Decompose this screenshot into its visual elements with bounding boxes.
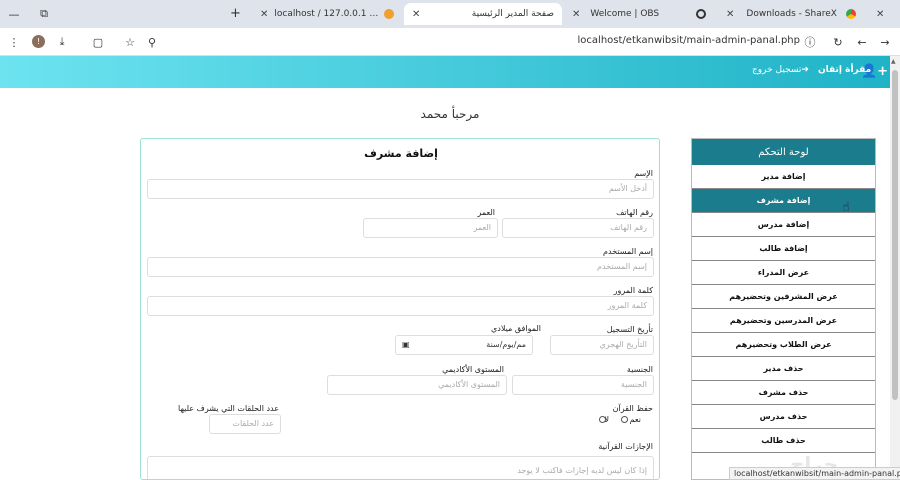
new-tab-icon[interactable]: + <box>230 6 241 21</box>
ijazat-label: الإجازات القرآنية <box>598 442 653 451</box>
menu-dots-icon[interactable]: ⋮ <box>6 34 22 50</box>
form-title: إضافة مشرف <box>364 147 438 160</box>
site-logo[interactable]: مقرأة إتقان <box>818 65 871 75</box>
nationality-input[interactable]: الجنسية <box>512 375 654 395</box>
quran-yes-label: نعم <box>629 415 641 424</box>
window-minimize-icon[interactable]: — <box>6 6 22 22</box>
sidebar-item-add-admin[interactable]: إضافة مدير <box>692 165 875 189</box>
close-icon[interactable]: ✕ <box>876 9 884 20</box>
logout-icon: ➜ <box>801 65 809 75</box>
circles-input[interactable]: عدد الحلقات <box>209 414 281 434</box>
username-input[interactable]: إسم المستخدم <box>147 257 654 277</box>
window-restore-icon[interactable]: ⧉ <box>36 6 52 22</box>
control-panel-sidebar: لوحة التحكم إضافة مدير إضافة مشرف إضافة … <box>691 138 876 480</box>
download-icon[interactable]: ⤓ <box>54 34 70 50</box>
tab-close-far-left[interactable]: ✕ <box>868 3 894 25</box>
tab-sharex[interactable]: ✕ Downloads - ShareX <box>718 3 864 25</box>
username-label: إسم المستخدم <box>603 247 653 256</box>
scrollbar-thumb[interactable] <box>892 70 898 400</box>
ijazat-textarea[interactable]: إذا كان ليس لديه إجازات فاكتب لا يوجد <box>147 456 654 479</box>
globe-icon <box>696 9 706 19</box>
tab-title: صفحة المدير الرئيسية <box>471 9 554 19</box>
tab-admin-home[interactable]: ✕ صفحة المدير الرئيسية <box>404 3 562 25</box>
password-input[interactable]: كلمة المرور <box>147 296 654 316</box>
tab-phpmyadmin[interactable]: ✕ localhost / 127.0.0.1 / fushdb / ... <box>252 3 402 25</box>
password-label: كلمة المرور <box>613 286 653 295</box>
zoom-icon[interactable]: ⚲ <box>144 34 160 50</box>
phone-label: رقم الهاتف <box>616 208 653 217</box>
gregorian-label: الموافق ميلادي <box>491 324 541 333</box>
hand-cursor-icon: ☝ <box>842 200 850 215</box>
logout-link[interactable]: تسجيل خروج➜ <box>752 65 809 75</box>
nationality-label: الجنسية <box>626 365 653 374</box>
chrome-favicon-icon <box>846 9 856 19</box>
hijri-date-input[interactable]: التأريخ الهجري <box>550 335 654 355</box>
sidebar-item-view-teachers[interactable]: عرض المدرسين وتحضيرهم <box>692 309 875 333</box>
age-input[interactable]: العمر <box>363 218 498 238</box>
extensions-icon[interactable]: ▢ <box>90 34 106 50</box>
close-icon[interactable]: ✕ <box>260 9 268 20</box>
welcome-text: مرحبأ محمد <box>420 107 480 121</box>
sidebar-item-view-supervisors[interactable]: عرض المشرفين وتحضيرهم <box>692 285 875 309</box>
sidebar-item-add-student[interactable]: إضافة طالب <box>692 237 875 261</box>
sidebar-item-view-students[interactable]: عرض الطلاب وتحضيرهم <box>692 333 875 357</box>
phone-input[interactable]: رقم الهاتف <box>502 218 654 238</box>
close-icon[interactable]: ✕ <box>726 9 734 20</box>
logout-label: تسجيل خروج <box>752 65 802 75</box>
tab-title: localhost / 127.0.0.1 / fushdb / ... <box>274 9 380 19</box>
circles-label: عدد الحلقات التي يشرف عليها <box>178 404 279 413</box>
age-label: العمر <box>477 208 495 217</box>
url-input[interactable]: localhost/etkanwibsit/main-admin-panal.p… <box>560 35 800 46</box>
sidebar-item-view-admins[interactable]: عرض المدراء <box>692 261 875 285</box>
add-supervisor-form: إضافة مشرف الإسم أدخل الأسم رقم الهاتف ر… <box>140 138 660 480</box>
status-url: localhost/etkanwibsit/main-admin-panal.p… <box>729 467 900 480</box>
sidebar-item-delete-admin[interactable]: حذف مدير <box>692 357 875 381</box>
close-icon[interactable]: ✕ <box>412 9 420 20</box>
close-icon[interactable]: ✕ <box>572 9 580 20</box>
reload-icon[interactable]: ↻ <box>830 34 846 50</box>
quran-yes-radio[interactable] <box>621 416 628 423</box>
browser-tab-bar: — ⧉ ✕ + ✕ localhost / 127.0.0.1 / fushdb… <box>0 0 900 28</box>
quran-no-radio[interactable] <box>599 416 606 423</box>
avatar[interactable]: ! <box>32 35 45 48</box>
site-info-icon[interactable]: ⓘ <box>802 34 818 50</box>
back-icon[interactable]: ← <box>854 34 870 50</box>
gregorian-date-value: مم/يوم/سنة <box>486 340 526 349</box>
academic-label: المستوى الأكاديمي <box>442 365 504 374</box>
calendar-icon[interactable]: ▣ <box>402 336 410 354</box>
tab-obs[interactable]: ✕ Welcome | OBS <box>564 3 714 25</box>
sidebar-item-delete-student[interactable]: حذف طالب <box>692 429 875 453</box>
sidebar-item-delete-teacher[interactable]: حذف مدرس <box>692 405 875 429</box>
sidebar-item-delete-supervisor[interactable]: حذف مشرف <box>692 381 875 405</box>
name-label: الإسم <box>634 169 653 178</box>
gregorian-date-input[interactable]: مم/يوم/سنة ▣ <box>395 335 533 355</box>
phpmyadmin-favicon-icon <box>384 9 394 19</box>
quran-label: حفظ القرآن <box>612 404 653 413</box>
sidebar-title: لوحة التحكم <box>692 139 875 165</box>
tab-title: Welcome | OBS <box>590 9 660 19</box>
star-icon[interactable]: ☆ <box>122 34 138 50</box>
sidebar-item-add-teacher[interactable]: إضافة مدرس <box>692 213 875 237</box>
academic-input[interactable]: المستوى الأكاديمي <box>327 375 507 395</box>
forward-icon[interactable]: → <box>877 34 893 50</box>
name-input[interactable]: أدخل الأسم <box>147 179 654 199</box>
tab-title: Downloads - ShareX <box>746 9 837 19</box>
scroll-up-icon[interactable]: ▲ <box>891 58 896 65</box>
reg-date-label: تأريخ التسجيل <box>606 325 653 334</box>
